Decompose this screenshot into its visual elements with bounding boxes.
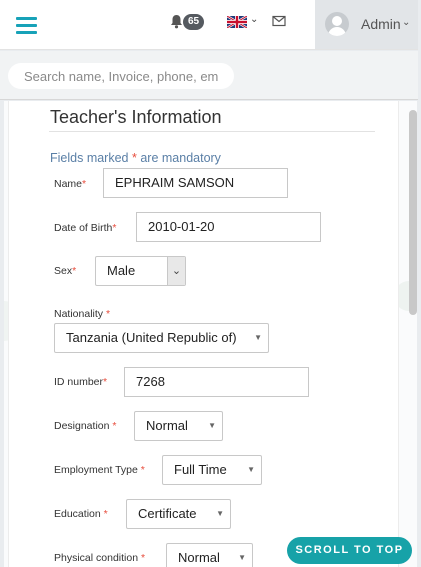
user-menu[interactable]: Admin ⌄ — [315, 0, 418, 49]
user-avatar-icon — [325, 12, 349, 36]
user-chevron-down-icon: ⌄ — [402, 17, 411, 28]
main-content: Teacher's Information Fields marked * ar… — [4, 101, 417, 567]
education-caret-icon: ▼ — [216, 509, 224, 518]
id-number-field[interactable]: 7268 — [124, 367, 309, 397]
nationality-select[interactable]: Tanzania (United Republic of) ▼ — [54, 323, 269, 353]
employment-type-label: Employment Type * — [54, 464, 145, 476]
page-title: Teacher's Information — [50, 107, 222, 127]
language-chevron-down-icon[interactable]: ⌄ — [250, 14, 258, 25]
mail-icon[interactable] — [272, 15, 286, 27]
notification-count-badge[interactable]: 65 — [183, 14, 205, 30]
education-select[interactable]: Certificate ▼ — [126, 499, 231, 529]
scroll-to-top-button[interactable]: SCROLL TO TOP — [287, 537, 412, 564]
name-field[interactable]: EPHRAIM SAMSON — [103, 168, 288, 198]
mandatory-note: Fields marked * are mandatory — [50, 151, 221, 165]
education-label: Education * — [54, 508, 108, 520]
sex-dropdown-chevron-icon: ⌄ — [167, 257, 185, 285]
designation-select[interactable]: Normal ▼ — [134, 411, 223, 441]
employment-type-caret-icon: ▼ — [247, 465, 255, 474]
uk-flag-icon[interactable] — [227, 16, 247, 28]
designation-caret-icon: ▼ — [208, 421, 216, 430]
sex-select[interactable]: Male ⌄ — [95, 256, 186, 286]
bell-icon[interactable] — [170, 14, 183, 29]
search-input[interactable] — [8, 63, 234, 89]
teacher-info-card: Teacher's Information Fields marked * ar… — [8, 101, 399, 567]
designation-label: Designation * — [54, 420, 117, 432]
top-navbar: 65 ⌄ Admin ⌄ — [0, 0, 418, 50]
physical-condition-label: Physical condition * — [54, 552, 146, 564]
physical-condition-select[interactable]: Normal ▼ — [166, 543, 253, 567]
title-divider — [49, 131, 375, 132]
physical-condition-caret-icon: ▼ — [238, 553, 246, 562]
name-label: Name* — [54, 178, 87, 190]
hamburger-menu-icon[interactable] — [16, 17, 37, 34]
employment-type-select[interactable]: Full Time ▼ — [162, 455, 262, 485]
search-bar — [0, 51, 418, 100]
dob-label: Date of Birth* — [54, 222, 117, 234]
id-number-label: ID number* — [54, 376, 108, 388]
vertical-scrollbar[interactable] — [409, 110, 417, 315]
sex-label: Sex* — [54, 265, 77, 277]
nationality-caret-icon: ▼ — [254, 333, 262, 342]
user-name: Admin — [361, 16, 401, 32]
dob-field[interactable]: 2010-01-20 — [136, 212, 321, 242]
nationality-label: Nationality * — [54, 308, 111, 320]
